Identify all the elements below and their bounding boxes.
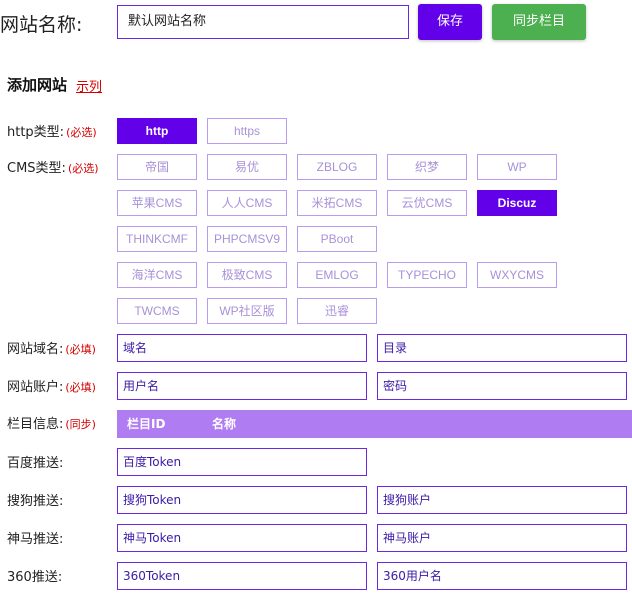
example-link[interactable]: 示列	[76, 76, 102, 95]
cms-option-wxycms[interactable]: WXYCMS	[477, 262, 557, 288]
s360-token-input[interactable]: 360Token	[117, 562, 367, 590]
http-type-label-text: http类型:	[7, 125, 65, 140]
shenma-push-label: 神马推送:	[7, 532, 64, 547]
sogou-account-input[interactable]: 搜狗账户	[377, 486, 627, 514]
cms-option-pboot[interactable]: PBoot	[297, 226, 377, 252]
cms-option-twcms[interactable]: TWCMS	[117, 298, 197, 324]
column-name-header: 名称	[212, 417, 237, 431]
cms-option-yunyou[interactable]: 云优CMS	[387, 190, 467, 216]
http-option-http[interactable]: http	[117, 118, 197, 144]
cms-option-typecho[interactable]: TYPECHO	[387, 262, 467, 288]
baidu-token-input[interactable]: 百度Token	[117, 448, 367, 476]
baidu-push-label: 百度推送:	[7, 456, 64, 471]
cms-option-phpcmsv9[interactable]: PHPCMSV9	[207, 226, 287, 252]
shenma-account-input[interactable]: 神马账户	[377, 524, 627, 552]
sogou-push-label: 搜狗推送:	[7, 494, 64, 509]
cms-option-xunrui[interactable]: 迅睿	[297, 298, 377, 324]
required-tag: (必填)	[65, 343, 96, 356]
column-id-header: 栏目ID	[127, 417, 166, 431]
add-site-title: 添加网站	[7, 76, 68, 94]
site-name-input[interactable]: 默认网站名称	[117, 5, 409, 39]
domain-label: 网站域名: (必填)	[7, 338, 96, 357]
columns-label-text: 栏目信息:	[7, 417, 64, 432]
required-tag: (必选)	[67, 162, 99, 175]
save-button[interactable]: 保存	[418, 4, 482, 40]
account-label-text: 网站账户:	[7, 380, 64, 395]
site-name-label: 网站名称:	[0, 14, 83, 36]
cms-option-emlog[interactable]: EMLOG	[297, 262, 377, 288]
cms-option-mituo[interactable]: 米拓CMS	[297, 190, 377, 216]
cms-type-label-text: CMS类型:	[7, 161, 66, 176]
required-tag: (必填)	[65, 381, 96, 394]
domain-label-text: 网站域名:	[7, 342, 64, 357]
shenma-token-input[interactable]: 神马Token	[117, 524, 367, 552]
cms-option-discuz[interactable]: Discuz	[477, 190, 557, 216]
cms-option-diguo[interactable]: 帝国	[117, 154, 197, 180]
cms-option-wp[interactable]: WP	[477, 154, 557, 180]
cms-option-haiyang[interactable]: 海洋CMS	[117, 262, 197, 288]
cms-option-jizhi[interactable]: 极致CMS	[207, 262, 287, 288]
http-type-label: http类型: (必选)	[7, 121, 97, 140]
cms-type-label: CMS类型: (必选)	[7, 157, 99, 176]
s360-push-label: 360推送:	[7, 570, 63, 585]
http-option-https[interactable]: https	[207, 118, 287, 144]
username-input[interactable]: 用户名	[117, 372, 367, 400]
sogou-token-input[interactable]: 搜狗Token	[117, 486, 367, 514]
account-label: 网站账户: (必填)	[7, 376, 96, 395]
cms-option-wp-community[interactable]: WP社区版	[207, 298, 287, 324]
password-input[interactable]: 密码	[377, 372, 627, 400]
cms-option-renren[interactable]: 人人CMS	[207, 190, 287, 216]
cms-option-zblog[interactable]: ZBLOG	[297, 154, 377, 180]
cms-option-eyou[interactable]: 易优	[207, 154, 287, 180]
cms-option-dedecms[interactable]: 织梦	[387, 154, 467, 180]
sync-tag: (同步)	[65, 418, 96, 431]
domain-input[interactable]: 域名	[117, 334, 367, 362]
directory-input[interactable]: 目录	[377, 334, 627, 362]
cms-option-thinkcmf[interactable]: THINKCMF	[117, 226, 197, 252]
s360-username-input[interactable]: 360用户名	[377, 562, 627, 590]
columns-header-bar: 栏目ID 名称	[117, 410, 632, 438]
required-tag: (必选)	[66, 126, 97, 139]
cms-option-pingguo[interactable]: 苹果CMS	[117, 190, 197, 216]
columns-label: 栏目信息: (同步)	[7, 413, 96, 432]
sync-columns-button[interactable]: 同步栏目	[492, 4, 586, 40]
